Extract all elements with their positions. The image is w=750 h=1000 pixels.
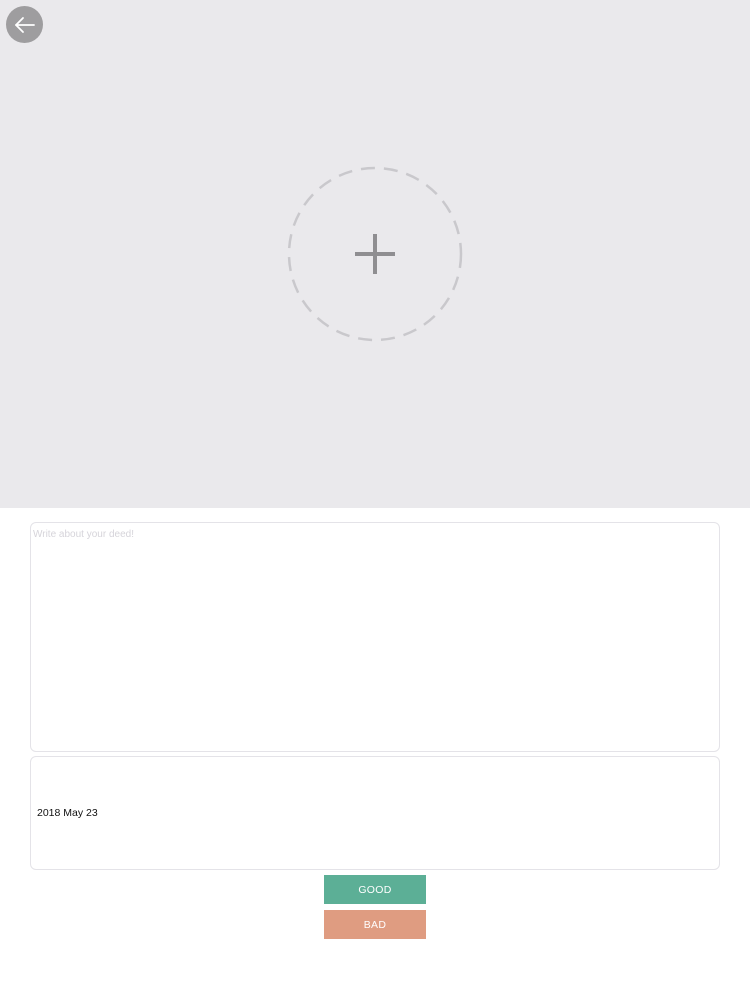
- back-button[interactable]: [6, 6, 43, 43]
- bad-button[interactable]: BAD: [324, 910, 426, 939]
- deed-description-input[interactable]: [30, 522, 720, 752]
- good-button[interactable]: GOOD: [324, 875, 426, 904]
- arrow-left-icon: [14, 16, 35, 33]
- date-value: 2018 May 23: [37, 807, 98, 819]
- date-field[interactable]: 2018 May 23: [30, 756, 720, 870]
- add-photo-button[interactable]: [287, 166, 463, 342]
- photo-picker-area[interactable]: [0, 0, 750, 508]
- add-photo-icon: [287, 166, 463, 342]
- plus-icon: [355, 234, 395, 274]
